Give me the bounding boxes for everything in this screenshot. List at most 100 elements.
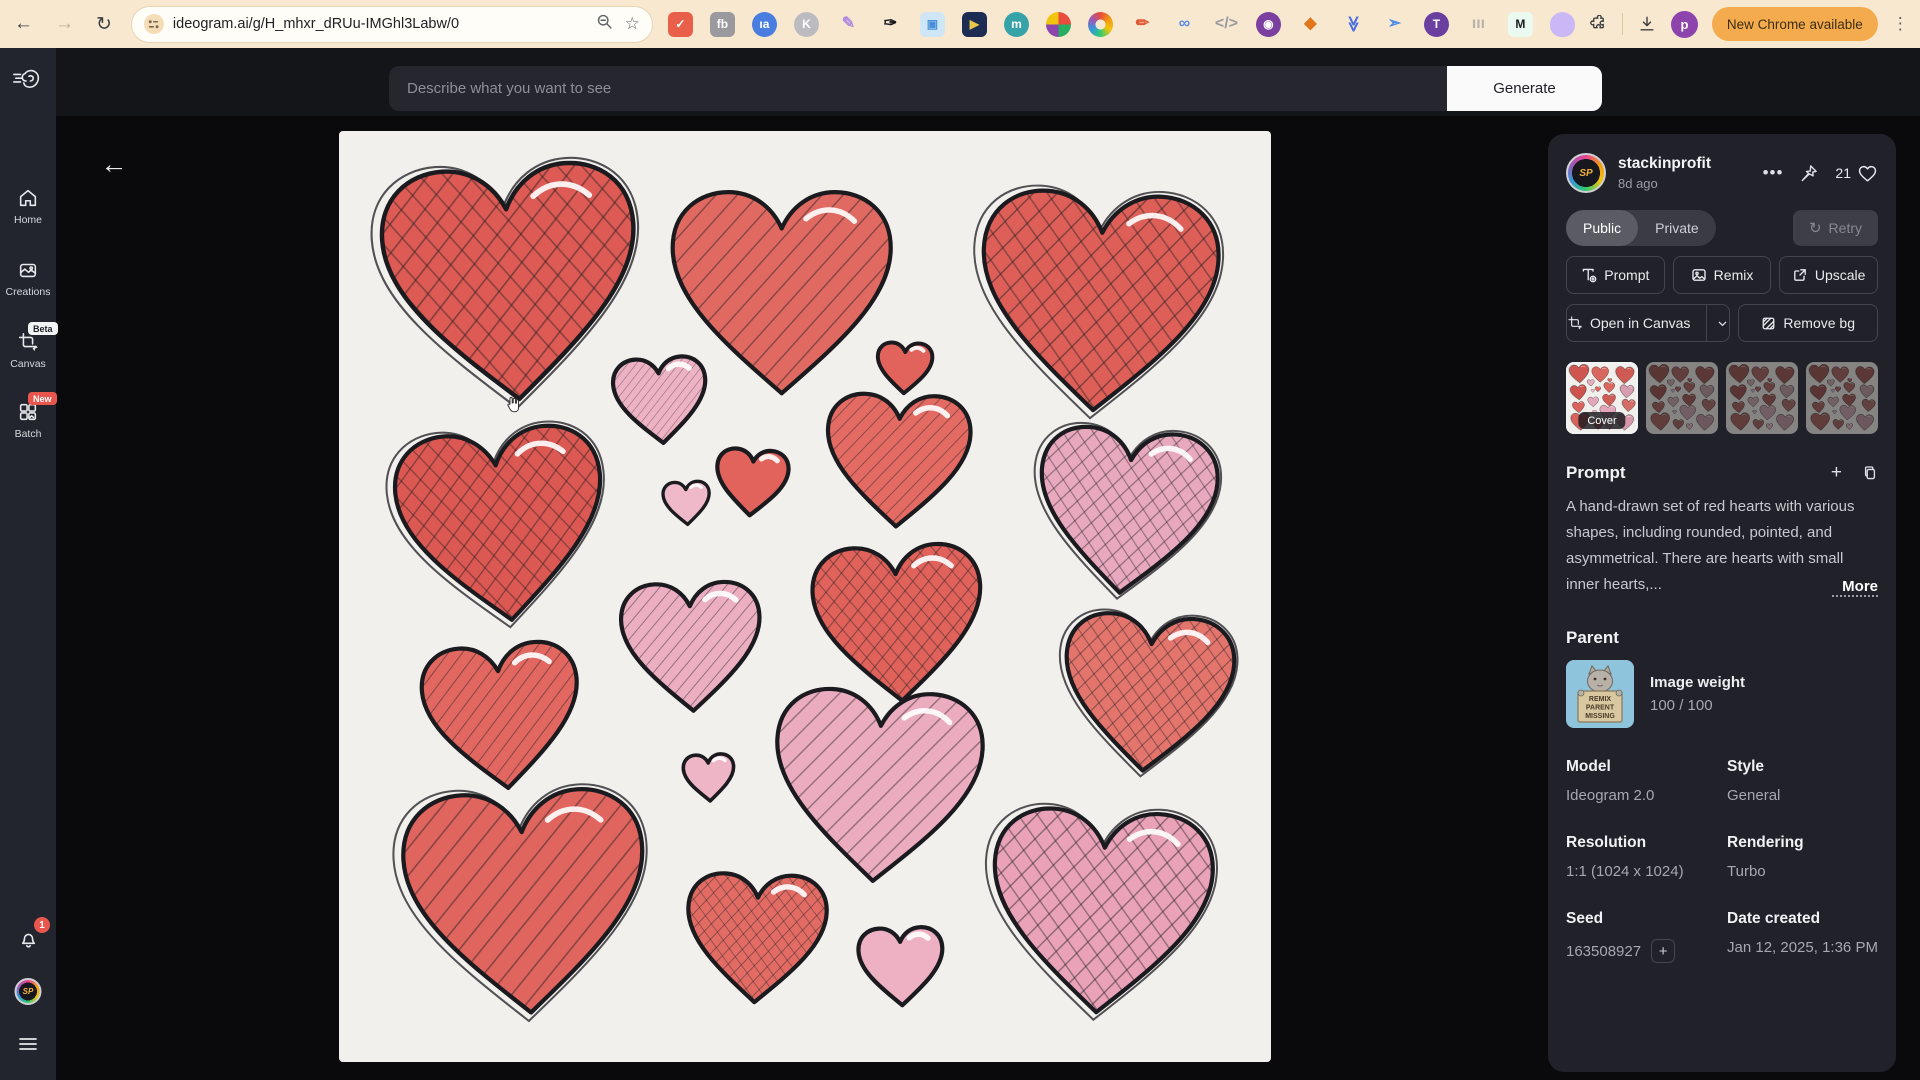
sidebar-item-home[interactable]: Home <box>0 186 56 226</box>
red-pen-icon[interactable]: ✏ <box>1130 12 1155 37</box>
visibility-row: Public Private ↻ Retry <box>1566 210 1878 246</box>
remix-button[interactable]: Remix <box>1672 256 1772 294</box>
ideogram-logo-icon[interactable] <box>12 66 44 101</box>
pin-icon[interactable] <box>1799 163 1819 183</box>
download-icon[interactable] <box>1637 14 1657 34</box>
avatar: SP <box>14 978 42 1005</box>
svg-text:REMIX: REMIX <box>1589 696 1612 703</box>
chrome-update-chip[interactable]: New Chrome available <box>1711 7 1878 41</box>
thumbnail-3[interactable] <box>1726 362 1798 434</box>
zoom-indicator-icon[interactable] <box>596 13 613 35</box>
upscale-icon <box>1793 269 1806 281</box>
meta-model: Model Ideogram 2.0 <box>1566 758 1655 804</box>
generate-button[interactable]: Generate <box>1447 66 1602 111</box>
browser-forward-icon[interactable]: → <box>55 13 74 35</box>
seed-plus-button[interactable]: + <box>1651 939 1676 963</box>
svg-text:MISSING: MISSING <box>1585 713 1615 720</box>
likes-count: 21 <box>1835 165 1851 181</box>
meta-style: Style General <box>1727 758 1781 804</box>
sidebar-item-batch[interactable]: New Batch <box>0 392 57 440</box>
prompt-text-block: A hand-drawn set of red hearts with vari… <box>1566 494 1878 598</box>
prompt-section-title: Prompt <box>1566 463 1626 482</box>
image-detail-panel: SP stackinprofit 8d ago ••• 21 Public Pr… <box>1548 134 1896 1072</box>
meta-seed: Seed 163508927 + <box>1566 910 1717 963</box>
m-circle-icon[interactable]: m <box>1003 11 1029 37</box>
k-icon[interactable]: K <box>793 11 819 37</box>
heart-icon <box>1858 165 1877 182</box>
back-button[interactable]: ← <box>96 146 132 182</box>
fb-icon[interactable]: fb <box>709 11 735 37</box>
bookmark-star-icon[interactable]: ☆ <box>625 14 640 34</box>
meta-resolution: Resolution 1:1 (1024 x 1024) <box>1566 834 1684 880</box>
sidebar-menu-button[interactable] <box>16 1033 40 1060</box>
thumbnail-2[interactable] <box>1646 362 1718 434</box>
upscale-button[interactable]: Upscale <box>1779 256 1879 294</box>
url-text[interactable]: ideogram.ai/g/H_mhxr_dRUu-IMGhl3Labw/0 <box>173 16 587 32</box>
browser-reload-icon[interactable]: ↻ <box>96 13 112 36</box>
creations-icon <box>19 263 37 278</box>
add-prompt-icon[interactable]: + <box>1831 462 1842 484</box>
visibility-public[interactable]: Public <box>1566 210 1639 246</box>
chevron-down-icon <box>1719 321 1727 326</box>
browser-back-icon[interactable]: ← <box>14 13 33 35</box>
meta-date-created: Date created Jan 12, 2025, 1:36 PM <box>1727 910 1878 956</box>
creator-username[interactable]: stackinprofit <box>1618 155 1763 173</box>
thumbnail-4[interactable] <box>1806 362 1878 434</box>
prompt-text-icon <box>1582 268 1597 283</box>
generated-image[interactable] <box>339 131 1271 1062</box>
canvas-dropdown-toggle[interactable] <box>1706 305 1729 341</box>
m-square-icon[interactable]: M <box>1507 11 1533 37</box>
canvas-beta-badge: Beta <box>28 322 58 335</box>
open-in-canvas-button[interactable]: Open in Canvas <box>1566 304 1731 342</box>
app-screen: ← → ↻ ideogram.ai/g/H_mhxr_dRUu-IMGhl3La… <box>0 0 1920 1080</box>
prompt-input[interactable] <box>389 66 1447 111</box>
pinwheel-icon[interactable] <box>1045 11 1071 37</box>
eye-icon[interactable]: ◉ <box>1255 11 1281 37</box>
ia-icon[interactable]: ıa <box>751 11 777 37</box>
likes-control[interactable]: 21 <box>1835 164 1878 183</box>
parent-section-title: Parent <box>1566 628 1619 647</box>
bird-icon[interactable]: ➣ <box>1382 12 1407 37</box>
photos-icon[interactable]: ▣ <box>919 11 945 37</box>
browser-profile-avatar[interactable]: p <box>1670 10 1698 38</box>
browser-menu-icon[interactable]: ⋮ <box>1892 14 1909 34</box>
metamask-fox-icon[interactable]: ◆ <box>1298 12 1323 37</box>
thumbnail-1-cover[interactable]: Cover <box>1566 362 1638 434</box>
image-weight-value: 100 / 100 <box>1650 697 1713 714</box>
copy-prompt-icon[interactable] <box>1862 465 1878 481</box>
action-buttons: Prompt Remix Upscale <box>1566 256 1879 294</box>
eyedropper-icon[interactable]: ✑ <box>878 12 903 37</box>
remove-bg-button[interactable]: Remove bg <box>1738 304 1878 342</box>
t-icon[interactable]: T <box>1423 11 1449 37</box>
creator-avatar[interactable]: SP <box>1566 153 1606 193</box>
sidebar: Home Creations Beta Canvas New Batch 1 S… <box>0 48 58 1080</box>
play-icon[interactable]: ▶ <box>961 11 987 37</box>
address-bar[interactable]: ideogram.ai/g/H_mhxr_dRUu-IMGhl3Labw/0 ☆ <box>131 6 652 42</box>
home-icon <box>19 189 37 207</box>
meta-rendering: Rendering Turbo <box>1727 834 1804 880</box>
code-icon[interactable]: </> <box>1214 12 1239 37</box>
color-ring-icon[interactable] <box>1087 11 1113 37</box>
notifications-bell[interactable]: 1 <box>16 917 50 950</box>
link-icon[interactable]: ∞ <box>1172 12 1197 37</box>
cover-badge: Cover <box>1578 412 1626 429</box>
chevrons-icon[interactable]: ≫ <box>1340 12 1365 37</box>
sidebar-item-creations[interactable]: Creations <box>0 258 56 298</box>
ghost-icon[interactable] <box>1549 11 1575 37</box>
sidebar-item-canvas[interactable]: Beta Canvas <box>0 322 58 370</box>
visibility-private[interactable]: Private <box>1638 210 1716 246</box>
pen-icon[interactable]: ✎ <box>836 12 861 37</box>
site-info-icon[interactable] <box>143 14 164 34</box>
bars-icon[interactable]: ııı <box>1466 12 1491 37</box>
prompt-button[interactable]: Prompt <box>1566 256 1665 294</box>
batch-new-badge: New <box>28 392 57 405</box>
notification-count-badge: 1 <box>34 917 50 933</box>
more-options-icon[interactable]: ••• <box>1763 163 1784 183</box>
extensions-puzzle-icon[interactable] <box>1589 14 1608 34</box>
sidebar-user-avatar[interactable]: SP <box>14 978 42 1005</box>
prompt-more-link[interactable]: More <box>1832 578 1878 597</box>
todoist-icon[interactable]: ✓ <box>667 11 693 37</box>
parent-thumbnail[interactable]: REMIX PARENT MISSING <box>1566 660 1634 728</box>
extensions-row: ✓ fb ıa K ✎ ✑ ▣ ▶ m ✏ ∞ </> ◉ ◆ ≫ ➣ Tııı M <box>667 11 1575 37</box>
retry-button[interactable]: ↻ Retry <box>1792 210 1878 246</box>
